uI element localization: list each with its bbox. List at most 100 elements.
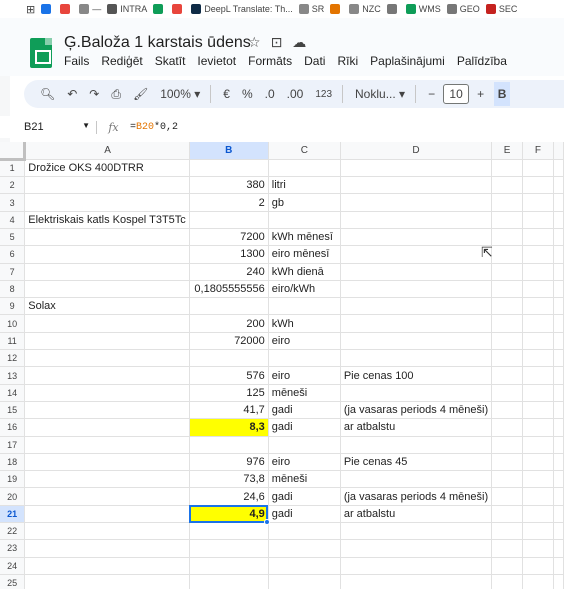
menu-tools[interactable]: Rīki [337, 54, 358, 68]
cell-f4[interactable] [522, 211, 554, 229]
row-header[interactable]: 5 [0, 228, 26, 247]
cell-d6[interactable] [340, 245, 493, 264]
more-formats-button[interactable]: 123 [315, 89, 332, 100]
cell-b2[interactable]: 380 [189, 176, 269, 195]
cell-f12[interactable] [522, 349, 554, 368]
cell-c1[interactable] [268, 159, 341, 178]
font-size-increase-button[interactable]: + [477, 87, 484, 101]
cell-b9[interactable] [189, 297, 269, 316]
cell-b15[interactable]: 41,7 [189, 401, 269, 420]
row-header[interactable]: 11 [0, 332, 26, 351]
cell-b5[interactable]: 7200 [189, 228, 269, 247]
row-header[interactable]: 20 [0, 487, 26, 506]
row-header[interactable]: 1 [0, 159, 26, 178]
cell-a12[interactable] [24, 349, 190, 368]
cell-a11[interactable] [24, 332, 190, 351]
bookmark-item[interactable]: — [79, 4, 101, 14]
row-header[interactable]: 9 [0, 297, 26, 316]
cell-b11[interactable]: 72000 [189, 332, 269, 351]
cell-e24[interactable] [491, 557, 524, 575]
cell-g12[interactable] [553, 349, 564, 368]
cell-d7[interactable] [340, 263, 493, 281]
cell-e1[interactable] [491, 159, 524, 178]
cell-e9[interactable] [491, 297, 524, 316]
bookmark-item[interactable]: SEC [485, 4, 517, 14]
percent-format-button[interactable]: % [242, 87, 253, 101]
bold-button[interactable]: B [494, 82, 511, 106]
zoom-select[interactable]: 100% ▾ [160, 87, 200, 101]
cell-b25[interactable] [189, 574, 269, 589]
increase-decimal-button[interactable]: .00 [287, 87, 304, 101]
cell-g20[interactable] [553, 487, 564, 506]
cell-f16[interactable] [522, 418, 554, 437]
cell-c22[interactable] [268, 522, 341, 541]
cell-e11[interactable] [491, 332, 524, 351]
cell-c24[interactable] [268, 557, 341, 575]
cell-c25[interactable] [268, 574, 341, 589]
cell-a22[interactable] [24, 522, 190, 541]
row-header[interactable]: 12 [0, 349, 26, 368]
cell-e14[interactable] [491, 384, 524, 402]
cell-a5[interactable] [24, 228, 190, 247]
row-header[interactable]: 23 [0, 539, 26, 558]
cell-d17[interactable] [340, 436, 493, 454]
cell-e19[interactable] [491, 470, 524, 489]
cell-e7[interactable] [491, 263, 524, 281]
column-header-f[interactable]: F [522, 142, 554, 160]
row-header[interactable]: 6 [0, 245, 26, 264]
cell-f19[interactable] [522, 470, 554, 489]
cell-d16[interactable]: ar atbalstu [340, 418, 493, 437]
cell-a21[interactable] [24, 505, 190, 524]
cell-a3[interactable] [24, 193, 190, 212]
currency-format-button[interactable]: € [223, 87, 230, 101]
cell-b13[interactable]: 576 [189, 366, 269, 385]
row-header[interactable]: 10 [0, 314, 26, 333]
cell-d15[interactable]: (ja vasaras periods 4 mēneši) [340, 401, 493, 420]
cell-f14[interactable] [522, 384, 554, 402]
bookmark-item[interactable]: WMS [405, 4, 441, 14]
bookmark-item[interactable] [386, 4, 400, 14]
bookmark-item[interactable] [41, 4, 54, 14]
redo-icon[interactable]: ↷ [89, 87, 99, 101]
cell-d9[interactable] [340, 297, 493, 316]
cell-e6[interactable] [491, 245, 524, 264]
cell-d4[interactable] [340, 211, 493, 229]
cell-b10[interactable]: 200 [189, 314, 269, 333]
move-folder-icon[interactable]: ⊡ [271, 34, 283, 51]
bookmark-item[interactable] [60, 4, 73, 14]
bookmark-item[interactable]: INTRA [107, 4, 147, 14]
column-header-c[interactable]: C [268, 142, 341, 160]
cell-e20[interactable] [491, 487, 524, 506]
search-menus-icon[interactable]: 🔍︎ [40, 87, 55, 101]
cell-d5[interactable] [340, 228, 493, 247]
cell-f15[interactable] [522, 401, 554, 420]
font-select[interactable]: Noklu... ▾ [355, 87, 405, 101]
cell-g3[interactable] [553, 193, 564, 212]
cell-d10[interactable] [340, 314, 493, 333]
cell-e17[interactable] [491, 436, 524, 454]
menu-help[interactable]: Palīdzība [457, 54, 507, 68]
select-all-corner[interactable] [0, 142, 27, 161]
menu-data[interactable]: Dati [304, 54, 325, 68]
undo-icon[interactable]: ↶ [67, 87, 77, 101]
font-size-input[interactable]: 10 [443, 84, 470, 104]
row-header[interactable]: 4 [0, 211, 26, 229]
menu-edit[interactable]: Rediģēt [101, 54, 142, 68]
cell-d14[interactable] [340, 384, 493, 402]
cell-g18[interactable] [553, 453, 564, 472]
cell-b19[interactable]: 73,8 [189, 470, 269, 489]
cell-c4[interactable] [268, 211, 341, 229]
cell-a4[interactable]: Elektriskais katls Kospel T3T5Tc [24, 211, 190, 229]
cell-b17[interactable] [189, 436, 269, 454]
cell-b14[interactable]: 125 [189, 384, 269, 402]
cell-b20[interactable]: 24,6 [189, 487, 269, 506]
cell-b18[interactable]: 976 [189, 453, 269, 472]
cell-c18[interactable]: eiro [268, 453, 341, 472]
cell-g22[interactable] [553, 522, 564, 541]
cell-f7[interactable] [522, 263, 554, 281]
cell-b7[interactable]: 240 [189, 263, 269, 281]
menu-insert[interactable]: Ievietot [197, 54, 236, 68]
cell-d3[interactable] [340, 193, 493, 212]
cell-d25[interactable] [340, 574, 493, 589]
cell-d2[interactable] [340, 176, 493, 195]
